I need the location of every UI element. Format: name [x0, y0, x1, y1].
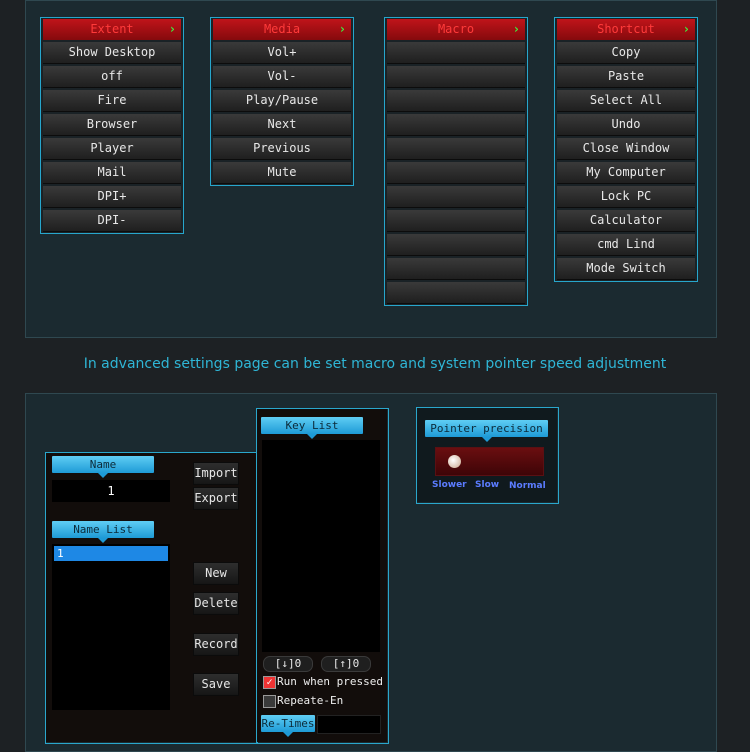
name-label: Name	[52, 456, 154, 478]
menu-item[interactable]	[387, 210, 525, 232]
menu-item[interactable]: Mail	[43, 162, 181, 184]
slider-knob[interactable]	[448, 455, 461, 468]
chevron-right-icon: ›	[512, 22, 520, 36]
menu-item[interactable]	[387, 282, 525, 304]
menu-item[interactable]	[387, 114, 525, 136]
menu-item[interactable]: Vol+	[213, 42, 351, 64]
speed-label-normal: Normal	[509, 481, 546, 491]
name-list-label: Name List	[52, 521, 154, 543]
menu-item[interactable]: Calculator	[557, 210, 695, 232]
caption-text: In advanced settings page can be set mac…	[83, 356, 667, 372]
menu-item[interactable]	[387, 42, 525, 64]
import-button[interactable]: Import	[193, 462, 239, 485]
menu-item[interactable]: Play/Pause	[213, 90, 351, 112]
menu-item[interactable]: DPI-	[43, 210, 181, 232]
key-list[interactable]	[262, 440, 380, 652]
menu-header[interactable]: Macro ›	[387, 19, 525, 40]
menu-item[interactable]: Close Window	[557, 138, 695, 160]
name-input[interactable]: 1	[52, 480, 170, 502]
export-button[interactable]: Export	[193, 487, 239, 510]
speed-label-slower: Slower	[432, 480, 467, 490]
menu-item[interactable]: Paste	[557, 66, 695, 88]
menu-header[interactable]: Extent ›	[43, 19, 181, 40]
menu-item[interactable]: Browser	[43, 114, 181, 136]
re-times-input[interactable]	[317, 715, 381, 734]
menu-item[interactable]: Vol-	[213, 66, 351, 88]
menu-header-label: Media	[263, 22, 301, 36]
menu-item[interactable]: Mute	[213, 162, 351, 184]
delete-button[interactable]: Delete	[193, 592, 239, 615]
menu-header-label: Shortcut	[597, 22, 655, 36]
pointer-speed-slider[interactable]	[435, 447, 544, 476]
checkmark-icon: ✓	[266, 677, 273, 688]
menu-item[interactable]: Next	[213, 114, 351, 136]
menu-item[interactable]	[387, 234, 525, 256]
name-list[interactable]: 1	[52, 544, 170, 710]
menu-header-label: Macro	[437, 22, 475, 36]
menu-item[interactable]: Undo	[557, 114, 695, 136]
repeat-enable-label: Repeate-En	[277, 694, 344, 707]
menu-item[interactable]: My Computer	[557, 162, 695, 184]
menu-item[interactable]	[387, 162, 525, 184]
menu-item[interactable]	[387, 66, 525, 88]
menu-item[interactable]: Copy	[557, 42, 695, 64]
re-times-label: Re-Times	[261, 715, 315, 737]
menu-header-label: Extent	[90, 22, 134, 36]
shortcut-menu: Shortcut › Copy Paste Select All Undo Close Wi…	[554, 17, 698, 282]
menu-item[interactable]: Fire	[43, 90, 181, 112]
chevron-right-icon: ›	[338, 22, 346, 36]
menu-header[interactable]: Shortcut ›	[557, 19, 695, 40]
menu-item[interactable]	[387, 186, 525, 208]
menu-item[interactable]: cmd Lind	[557, 234, 695, 256]
menu-item[interactable]: Lock PC	[557, 186, 695, 208]
menu-item[interactable]: Select All	[557, 90, 695, 112]
key-up-counter[interactable]: [↑]0	[321, 656, 371, 672]
save-button[interactable]: Save	[193, 673, 239, 696]
media-menu: Media › Vol+ Vol- Play/Pause Next Previous Mute	[210, 17, 354, 186]
chevron-right-icon: ›	[168, 22, 176, 36]
key-list-label: Key List	[261, 417, 363, 439]
menu-header[interactable]: Media ›	[213, 19, 351, 40]
menu-item[interactable]: DPI+	[43, 186, 181, 208]
new-button[interactable]: New	[193, 562, 239, 585]
speed-label-slow: Slow	[475, 480, 500, 490]
menu-item[interactable]	[387, 90, 525, 112]
menu-item[interactable]: Player	[43, 138, 181, 160]
repeat-enable-checkbox[interactable]	[263, 695, 276, 708]
run-when-pressed-label: Run when pressed	[277, 675, 383, 688]
macro-menu: Macro ›	[384, 17, 528, 306]
menu-item[interactable]: off	[43, 66, 181, 88]
menu-item[interactable]: Mode Switch	[557, 258, 695, 280]
pointer-precision-label: Pointer precision	[425, 420, 548, 442]
key-down-counter[interactable]: [↓]0	[263, 656, 313, 672]
menu-item[interactable]: Previous	[213, 138, 351, 160]
menu-item[interactable]: Show Desktop	[43, 42, 181, 64]
menu-item[interactable]	[387, 258, 525, 280]
name-list-item[interactable]: 1	[54, 546, 168, 561]
run-when-pressed-checkbox[interactable]: ✓	[263, 676, 276, 689]
menu-item[interactable]	[387, 138, 525, 160]
extent-menu: Extent › Show Desktop off Fire Browser Player M…	[40, 17, 184, 234]
chevron-right-icon: ›	[682, 22, 690, 36]
record-button[interactable]: Record	[193, 633, 239, 656]
